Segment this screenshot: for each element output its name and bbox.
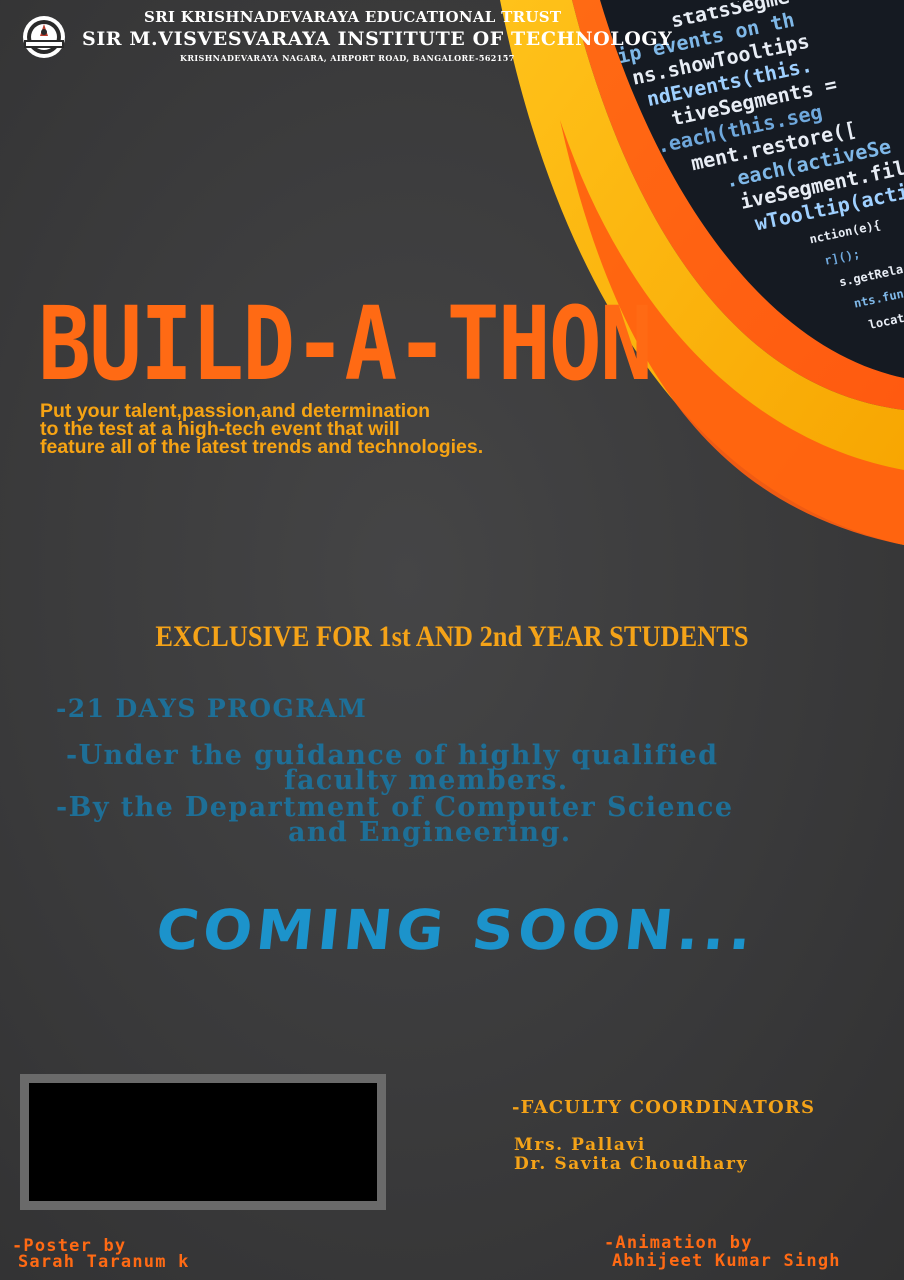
coordinator-name: Dr. Savita Choudhary <box>514 1154 749 1174</box>
animation-credit-name: Abhijeet Kumar Singh <box>612 1251 841 1271</box>
animation-credit-label: -Animation by <box>604 1233 753 1253</box>
trust-name: SRI KRISHNADEVARAYA EDUCATIONAL TRUST <box>144 8 562 26</box>
poster-credit-name: Sarah Taranum k <box>18 1252 190 1272</box>
department-line: and Engineering. <box>288 817 572 848</box>
coordinators-heading: -FACULTY COORDINATORS <box>512 1097 816 1118</box>
coordinator-name: Mrs. Pallavi <box>514 1135 646 1155</box>
institute-emblem-icon <box>23 16 65 58</box>
eligibility-heading: EXCLUSIVE FOR 1st AND 2nd YEAR STUDENTS <box>155 620 749 653</box>
tagline-line: feature all of the latest trends and tec… <box>40 436 484 458</box>
coming-soon-banner: COMING SOON... <box>153 898 760 962</box>
media-screen <box>29 1083 377 1201</box>
code-swoosh-art: statsSegmeip events on thns.showTooltips… <box>500 0 904 545</box>
event-poster: statsSegme ip events on th ns.showTooltips… <box>0 0 904 1280</box>
institute-address: KRISHNADEVARAYA NAGARA, AIRPORT ROAD, BA… <box>180 53 515 63</box>
program-duration: -21 DAYS PROGRAM <box>56 694 368 723</box>
event-title: BUILD-A-THON <box>38 285 653 404</box>
institute-header: SRI KRISHNADEVARAYA EDUCATIONAL TRUST SI… <box>0 0 904 70</box>
media-frame <box>20 1074 386 1210</box>
institute-name: SIR M.VISVESVARAYA INSTITUTE OF TECHNOLO… <box>82 28 673 50</box>
